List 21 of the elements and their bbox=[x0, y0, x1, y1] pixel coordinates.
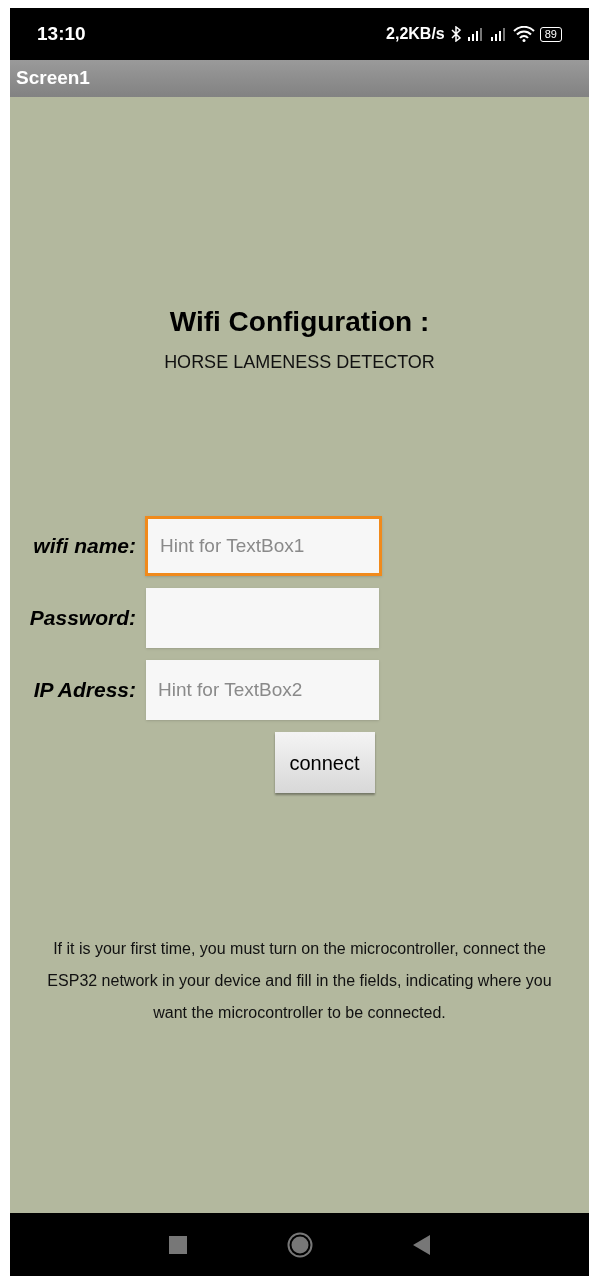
connect-button[interactable]: connect bbox=[274, 732, 375, 793]
subtitle: HORSE LAMENESS DETECTOR bbox=[164, 351, 435, 374]
clock: 13:10 bbox=[37, 21, 86, 46]
field-label: Password: bbox=[28, 605, 137, 632]
wifi-icon bbox=[512, 26, 535, 42]
signal-icon bbox=[466, 27, 485, 41]
text-field[interactable] bbox=[146, 588, 379, 648]
text-field[interactable]: Hint for TextBox1 bbox=[145, 516, 382, 576]
recents-icon[interactable] bbox=[168, 1235, 187, 1254]
field-label: IP Adress: bbox=[32, 677, 137, 704]
battery-level: 89 bbox=[539, 26, 562, 42]
screen-title: Screen1 bbox=[16, 66, 90, 91]
home-icon[interactable] bbox=[286, 1231, 313, 1258]
field-label: wifi name: bbox=[32, 533, 137, 560]
bluetooth-icon bbox=[449, 26, 462, 42]
back-icon[interactable] bbox=[412, 1234, 431, 1255]
text-field[interactable]: Hint for TextBox2 bbox=[146, 660, 379, 720]
info-text: If it is your first time, you must turn on the microcontroller, connect the ESP32 network in your device and fill in the fields, indicating where you want the microcontroller to be connected. bbox=[46, 939, 553, 1023]
heading: Wifi Configuration : bbox=[169, 305, 430, 339]
signal-icon bbox=[489, 27, 508, 41]
network-speed: 2,2KB/s bbox=[386, 24, 445, 44]
